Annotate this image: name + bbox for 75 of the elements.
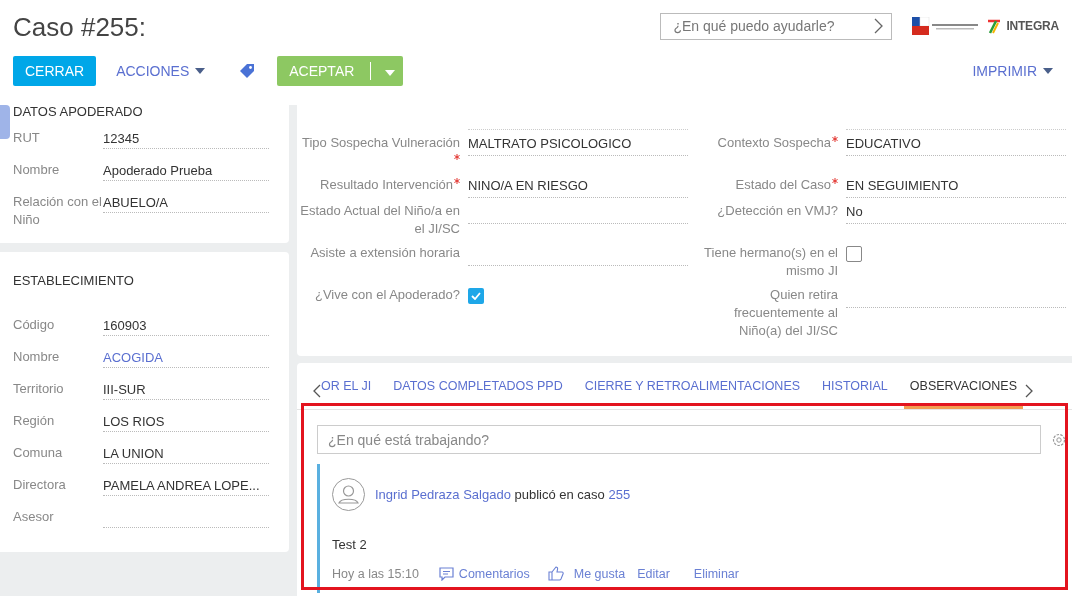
tab[interactable]: HISTORIAL: [816, 377, 894, 409]
post-header: Ingrid Pedraza Salgado publicó en caso 255: [375, 487, 631, 502]
field-label: Nombre: [13, 348, 61, 366]
field-value: EDUCATIVO: [846, 130, 1066, 156]
field-label: Nombre: [13, 161, 61, 179]
field-label: Estado Actual del Niño/a en el JI/SC: [300, 202, 460, 238]
tab[interactable]: OBSERVACIONES: [903, 377, 1024, 409]
field-value: III-SUR: [103, 378, 269, 400]
tab[interactable]: CIERRE Y RETROALIMENTACIONES: [578, 377, 807, 409]
field-label: RUT: [13, 129, 41, 147]
logo-text: INTEGRA: [1006, 19, 1059, 33]
checkbox[interactable]: [468, 288, 484, 304]
comments-link[interactable]: Comentarios: [438, 566, 530, 581]
section-title: ESTABLECIMIENTO: [13, 274, 135, 290]
field-link[interactable]: ACOGIDA: [103, 346, 269, 368]
delete-link[interactable]: Eliminar: [693, 566, 739, 581]
field-label: Contexto Sospecha: [696, 130, 838, 172]
tab[interactable]: OR EL JI: [317, 377, 378, 409]
like-button[interactable]: [547, 566, 564, 581]
checkbox[interactable]: [846, 246, 862, 262]
close-button[interactable]: CERRAR: [13, 56, 97, 86]
settings-icon[interactable]: [1051, 431, 1067, 448]
field-value: LA UNION: [103, 442, 269, 464]
sidebar-toggle[interactable]: [0, 105, 10, 139]
field-label: Región: [13, 412, 56, 430]
field-label: Tiene hermano(s) en el mismo JI: [703, 244, 838, 280]
field-value: No: [846, 198, 1066, 224]
post-text: Test 2: [332, 537, 368, 552]
field-value: PAMELA ANDREA LOPE...: [103, 474, 269, 496]
edit-link[interactable]: Editar: [637, 566, 670, 581]
chevron-left-icon[interactable]: [313, 384, 321, 398]
search-field[interactable]: ¿En qué puedo ayudarle?: [660, 12, 893, 40]
field-label: ¿Vive con el Apoderado?: [313, 286, 460, 304]
field-label: Resultado Intervención: [300, 172, 460, 198]
field-label: Tipo Sospecha Vulneración: [300, 130, 460, 172]
page-title: Caso #255:: [13, 10, 147, 43]
field-label: Comuna: [13, 444, 64, 462]
section-title: DATOS APODERADO: [13, 105, 144, 121]
author-link[interactable]: Ingrid Pedraza Salgado: [375, 487, 511, 502]
avatar-icon: [332, 478, 365, 511]
field-value: ABUELO/A: [103, 191, 269, 213]
tag-icon: [239, 63, 256, 79]
post-input[interactable]: ¿En qué está trabajando?: [317, 425, 1041, 454]
field-label: Directora: [13, 476, 67, 494]
like-link[interactable]: Me gusta: [573, 566, 626, 581]
field-label: ¿Detección en VMJ?: [716, 202, 838, 220]
field-value: MALTRATO PSICOLOGICO: [468, 130, 688, 156]
field-value: LOS RIOS: [103, 410, 269, 432]
comment-icon: [438, 566, 454, 581]
check-icon: [471, 292, 481, 300]
caret-icon: [195, 68, 206, 74]
chevron-right-icon[interactable]: [1025, 384, 1034, 398]
thumbs-up-icon: [547, 566, 564, 581]
field-label: Quien retira frecuentemente al Niño(a) del JI/SC: [732, 286, 838, 340]
caret-icon: [385, 70, 396, 76]
field-label: Asiste a extensión horaria: [309, 244, 460, 262]
field-value: EN SEGUIMIENTO: [846, 172, 1066, 198]
field-label: Código: [13, 316, 56, 334]
case-link[interactable]: 255: [608, 487, 631, 502]
field-label: Relación con el Niño: [13, 193, 103, 229]
chevron-right-icon[interactable]: [873, 18, 884, 34]
actions-menu[interactable]: ACCIONES: [116, 63, 206, 79]
field-label: Territorio: [13, 380, 65, 398]
post-time: Hoy a las 15:10: [332, 566, 419, 581]
field-value: 12345: [103, 127, 269, 149]
field-value: Apoderado Prueba: [103, 159, 269, 181]
tag-button[interactable]: [239, 63, 256, 79]
tab[interactable]: DATOS COMPLETADOS PPD: [387, 377, 569, 409]
caret-icon: [1043, 68, 1053, 74]
field-label: Asesor: [13, 508, 55, 526]
logo-mark-icon: [987, 18, 1002, 34]
field-value: 160903: [103, 314, 269, 336]
field-label: Estado del Caso: [696, 172, 838, 198]
field-value: NINO/A EN RIESGO: [468, 172, 688, 198]
print-menu[interactable]: IMPRIMIR: [972, 63, 1053, 79]
